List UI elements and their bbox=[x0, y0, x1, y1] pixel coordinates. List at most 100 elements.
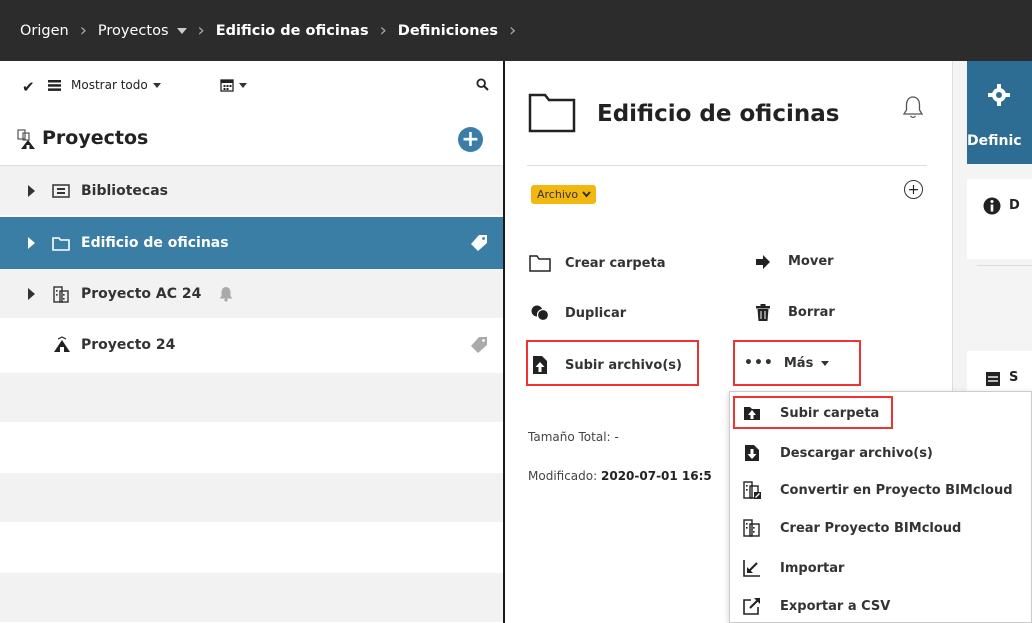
tree-row-label: Proyecto AC 24 bbox=[81, 285, 202, 302]
menu-item-label: Importar bbox=[780, 560, 845, 576]
show-all-filter[interactable]: Mostrar todo bbox=[48, 78, 161, 92]
caret-down-icon bbox=[152, 82, 161, 88]
expand-arrow-icon[interactable] bbox=[28, 287, 35, 300]
breadcrumb-projects[interactable]: Proyectos bbox=[98, 23, 187, 39]
modified-value: 2020-07-01 16:5 bbox=[601, 469, 712, 483]
tag-icon[interactable] bbox=[470, 234, 488, 252]
tree-row-label: Edificio de oficinas bbox=[81, 235, 229, 251]
tree-row-bibliotecas[interactable]: Bibliotecas bbox=[0, 166, 503, 215]
folder-outline-icon bbox=[529, 255, 551, 272]
breadcrumb-projects-label: Proyectos bbox=[97, 22, 169, 39]
ellipsis-icon: ••• bbox=[744, 355, 774, 371]
check-icon[interactable]: ✔ bbox=[22, 78, 35, 96]
menu-item-upload-folder[interactable]: Subir carpeta bbox=[730, 397, 1032, 429]
menu-item-label: Crear Proyecto BIMcloud bbox=[780, 520, 962, 536]
add-project-button[interactable]: + bbox=[458, 127, 483, 152]
card-label-clipped: S bbox=[1009, 370, 1019, 385]
create-folder-label: Crear carpeta bbox=[565, 255, 666, 271]
move-label: Mover bbox=[788, 254, 834, 269]
breadcrumb-definitions[interactable]: Definiciones bbox=[398, 23, 498, 39]
add-circle-button[interactable]: + bbox=[904, 180, 923, 199]
menu-item-label: Subir carpeta bbox=[780, 405, 880, 421]
delete-button[interactable]: Borrar bbox=[752, 304, 835, 321]
info-icon bbox=[983, 197, 1001, 215]
breadcrumb-origin[interactable]: Origen bbox=[20, 23, 69, 39]
folder-icon bbox=[52, 236, 70, 251]
tab-definitions[interactable]: Definic bbox=[967, 61, 1032, 164]
show-all-label: Mostrar todo bbox=[71, 78, 148, 92]
calendar-icon bbox=[220, 79, 234, 92]
search-button[interactable] bbox=[476, 78, 489, 91]
caret-down-icon bbox=[821, 360, 830, 366]
breadcrumb-building[interactable]: Edificio de oficinas bbox=[216, 23, 369, 39]
divider bbox=[527, 165, 927, 166]
tree-row-label: Proyecto 24 bbox=[81, 336, 176, 353]
more-button[interactable]: ••• Más bbox=[744, 355, 830, 371]
expand-arrow-icon[interactable] bbox=[28, 237, 35, 249]
chevron-right-icon: › bbox=[379, 20, 387, 41]
menu-item-label: Exportar a CSV bbox=[780, 598, 891, 614]
file-type-badge[interactable]: Archivo bbox=[531, 185, 597, 204]
list-icon bbox=[48, 79, 61, 91]
card-label-clipped: D bbox=[1009, 198, 1020, 213]
menu-item-create-project[interactable]: Crear Proyecto BIMcloud bbox=[730, 512, 1032, 544]
building-icon bbox=[53, 285, 69, 303]
tree-empty-row bbox=[0, 573, 503, 622]
bell-icon bbox=[219, 286, 233, 302]
gear-icon bbox=[988, 84, 1010, 106]
expand-arrow-icon[interactable] bbox=[28, 184, 35, 197]
convert-building-icon bbox=[743, 481, 761, 499]
export-icon bbox=[743, 598, 760, 615]
create-folder-button[interactable]: Crear carpeta bbox=[529, 254, 665, 272]
caret-down-icon bbox=[176, 27, 187, 34]
menu-item-label: Descargar archivo(s) bbox=[780, 445, 933, 461]
upload-files-label: Subir archivo(s) bbox=[565, 357, 682, 373]
menu-item-download-files[interactable]: Descargar archivo(s) bbox=[730, 437, 1032, 469]
upload-files-button[interactable]: Subir archivo(s) bbox=[529, 355, 682, 375]
server-icon bbox=[986, 372, 1000, 386]
calendar-filter[interactable] bbox=[220, 78, 247, 92]
menu-item-import[interactable]: Importar bbox=[730, 552, 1032, 584]
badge-label: Archivo bbox=[537, 188, 579, 201]
tree-empty-row bbox=[0, 473, 503, 522]
projects-icon bbox=[17, 129, 35, 149]
upload-folder-icon bbox=[744, 407, 760, 420]
large-folder-icon bbox=[528, 93, 576, 133]
duplicate-button[interactable]: Duplicar bbox=[529, 304, 626, 322]
tree-row-edificio[interactable]: Edificio de oficinas bbox=[0, 217, 503, 269]
library-icon bbox=[52, 183, 70, 198]
tree-empty-row bbox=[0, 373, 503, 422]
plus-icon: + bbox=[907, 181, 920, 198]
definitions-card: D bbox=[967, 179, 1032, 266]
arrow-right-icon bbox=[756, 254, 770, 269]
duplicate-label: Duplicar bbox=[565, 305, 627, 321]
tree-row-proyecto-ac24[interactable]: Proyecto AC 24 bbox=[0, 269, 503, 318]
size-label: Tamaño Total: bbox=[528, 430, 611, 444]
tree-empty-row bbox=[0, 523, 503, 572]
archicad-icon bbox=[54, 335, 70, 352]
tree-empty-row bbox=[0, 423, 503, 472]
chevron-right-icon: › bbox=[509, 20, 517, 41]
menu-item-convert-project[interactable]: Convertir en Proyecto BIMcloud bbox=[730, 474, 1032, 506]
delete-label: Borrar bbox=[788, 305, 835, 320]
upload-file-icon bbox=[533, 356, 547, 374]
tag-icon[interactable] bbox=[470, 336, 488, 354]
move-button[interactable]: Mover bbox=[752, 254, 834, 269]
divider bbox=[977, 265, 1032, 266]
menu-item-export-csv[interactable]: Exportar a CSV bbox=[730, 590, 1032, 622]
tree-row-label: Bibliotecas bbox=[81, 182, 168, 199]
download-file-icon bbox=[745, 445, 759, 461]
trash-icon bbox=[756, 304, 770, 321]
chevron-right-icon: › bbox=[197, 20, 205, 41]
bell-outline-icon[interactable] bbox=[902, 95, 924, 121]
modified-date: Modificado: 2020-07-01 16:5 bbox=[528, 469, 712, 483]
caret-down-icon bbox=[239, 82, 247, 88]
projects-title: Proyectos bbox=[42, 127, 149, 149]
page-title: Edificio de oficinas bbox=[597, 101, 840, 127]
projects-header: Proyectos + bbox=[0, 113, 503, 166]
total-size: Tamaño Total: - bbox=[528, 430, 619, 444]
tree-row-proyecto-24[interactable]: Proyecto 24 bbox=[0, 320, 503, 369]
projects-panel: ✔ Mostrar todo Proyectos + Bibliotecas E… bbox=[0, 61, 505, 623]
import-icon bbox=[743, 560, 760, 577]
tab-definitions-label: Definic bbox=[967, 133, 1022, 149]
